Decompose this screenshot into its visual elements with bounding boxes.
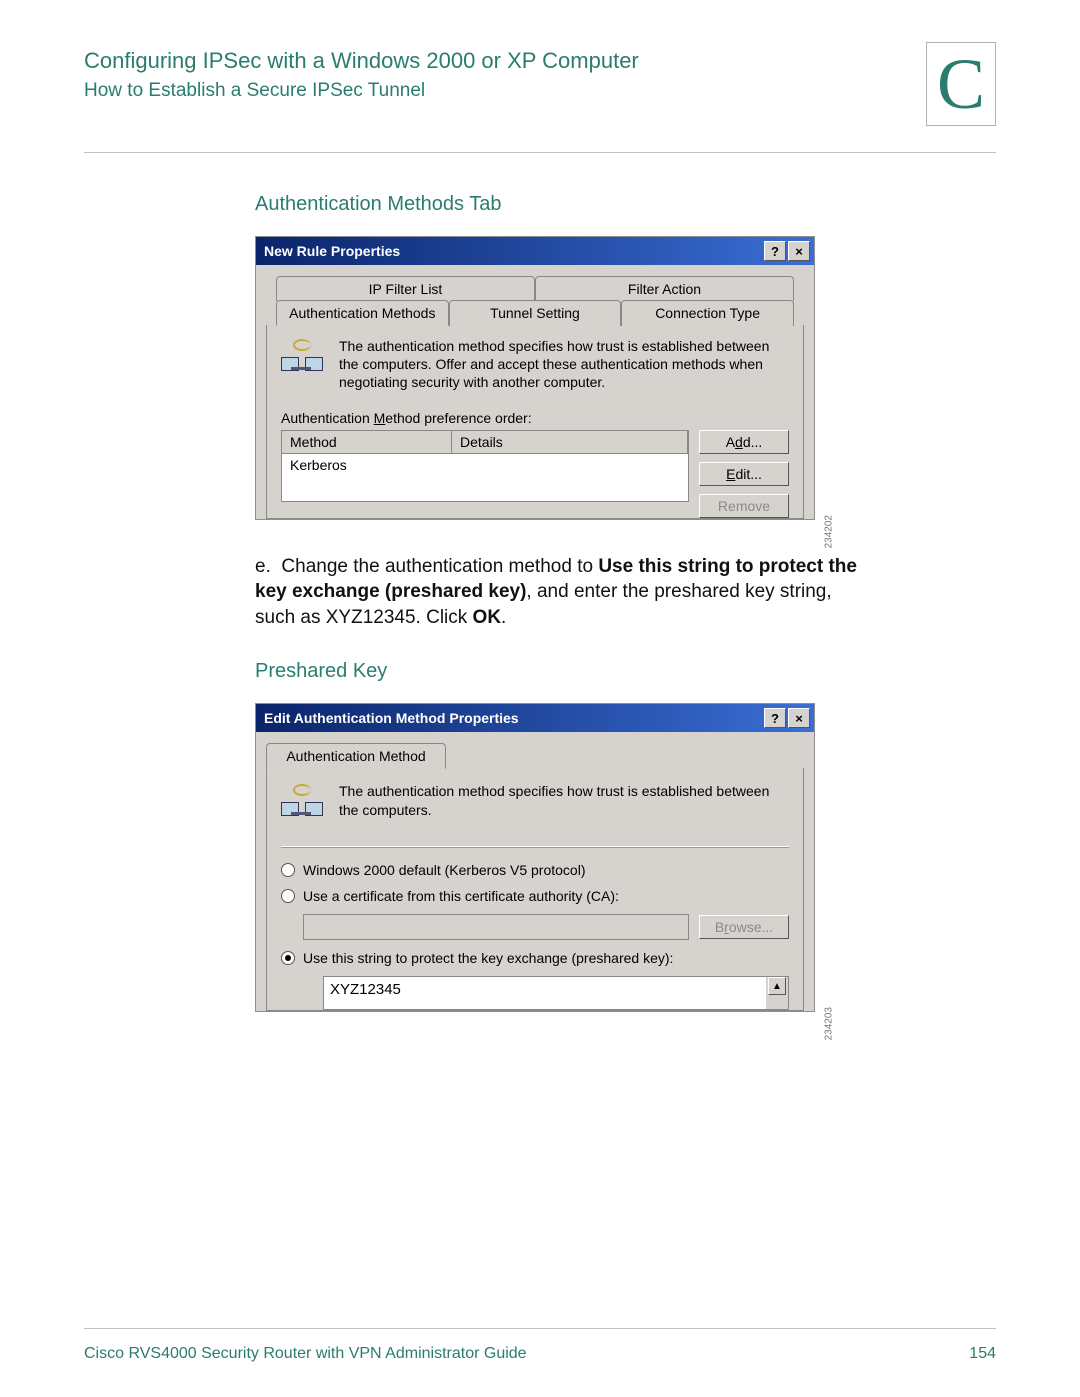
network-auth-icon	[281, 782, 325, 826]
page-header: Configuring IPSec with a Windows 2000 or…	[0, 0, 1080, 126]
close-button[interactable]: ×	[788, 708, 810, 728]
method-name: Kerberos	[290, 457, 347, 473]
titlebar: New Rule Properties ? ×	[256, 237, 814, 265]
auth-description: The authentication method specifies how …	[339, 782, 789, 818]
tab-ip-filter-list[interactable]: IP Filter List	[276, 276, 535, 301]
column-header-method: Method	[282, 431, 452, 454]
titlebar: Edit Authentication Method Properties ? …	[256, 704, 814, 732]
dialog-edit-auth-method: Edit Authentication Method Properties ? …	[255, 703, 815, 1012]
help-button[interactable]: ?	[764, 241, 786, 261]
figure-reference: 234203	[823, 1007, 834, 1040]
section-title-auth-methods: Authentication Methods Tab	[255, 193, 1080, 216]
tab-panel-auth-method: The authentication method specifies how …	[266, 768, 804, 1011]
scroll-up-icon[interactable]: ▲	[768, 977, 786, 995]
auth-method-list[interactable]: Method Details Kerberos	[281, 430, 689, 502]
radio-preshared-key[interactable]	[281, 951, 295, 965]
tab-tunnel-setting[interactable]: Tunnel Setting	[449, 300, 622, 326]
network-auth-icon	[281, 337, 325, 381]
appendix-letter: C	[926, 42, 996, 126]
scrollbar[interactable]: ▲	[766, 977, 788, 1009]
preshared-key-input[interactable]: XYZ12345 ▲	[323, 976, 789, 1010]
tab-filter-action[interactable]: Filter Action	[535, 276, 794, 301]
browse-button: Browse...	[699, 915, 789, 939]
tab-authentication-method[interactable]: Authentication Method	[266, 743, 446, 769]
radio-certificate-label: Use a certificate from this certificate …	[303, 888, 619, 904]
preshared-key-value: XYZ12345	[324, 977, 766, 1009]
dialog-title: New Rule Properties	[264, 243, 400, 259]
footer-page-number: 154	[969, 1345, 996, 1363]
radio-kerberos-label: Windows 2000 default (Kerberos V5 protoc…	[303, 862, 585, 878]
radio-kerberos[interactable]	[281, 863, 295, 877]
chapter-title: Configuring IPSec with a Windows 2000 or…	[84, 48, 926, 74]
radio-preshared-key-label: Use this string to protect the key excha…	[303, 950, 673, 966]
tab-panel-auth-methods: The authentication method specifies how …	[266, 325, 804, 519]
chapter-subtitle: How to Establish a Secure IPSec Tunnel	[84, 80, 926, 102]
step-e-text: e. Change the authentication method to U…	[255, 554, 875, 631]
close-button[interactable]: ×	[788, 241, 810, 261]
column-header-details: Details	[452, 431, 688, 454]
remove-button: Remove	[699, 494, 789, 518]
tab-connection-type[interactable]: Connection Type	[621, 300, 794, 326]
ca-input	[303, 914, 689, 940]
help-button[interactable]: ?	[764, 708, 786, 728]
add-button[interactable]: Add...	[699, 430, 789, 454]
preference-order-label: Authentication Method preference order:	[281, 410, 789, 426]
header-rule	[84, 152, 996, 153]
edit-button[interactable]: Edit...	[699, 462, 789, 486]
footer-doc-title: Cisco RVS4000 Security Router with VPN A…	[84, 1345, 527, 1363]
section-title-preshared-key: Preshared Key	[255, 660, 1080, 683]
dialog-new-rule-properties: New Rule Properties ? × IP Filter List F…	[255, 236, 815, 520]
figure-reference: 234202	[823, 515, 834, 548]
auth-description: The authentication method specifies how …	[339, 337, 789, 392]
radio-certificate[interactable]	[281, 889, 295, 903]
dialog-title: Edit Authentication Method Properties	[264, 710, 519, 726]
panel-separator	[281, 846, 789, 848]
page-footer: Cisco RVS4000 Security Router with VPN A…	[84, 1328, 996, 1363]
tab-authentication-methods[interactable]: Authentication Methods	[276, 300, 449, 326]
list-item[interactable]: Kerberos	[282, 454, 688, 476]
